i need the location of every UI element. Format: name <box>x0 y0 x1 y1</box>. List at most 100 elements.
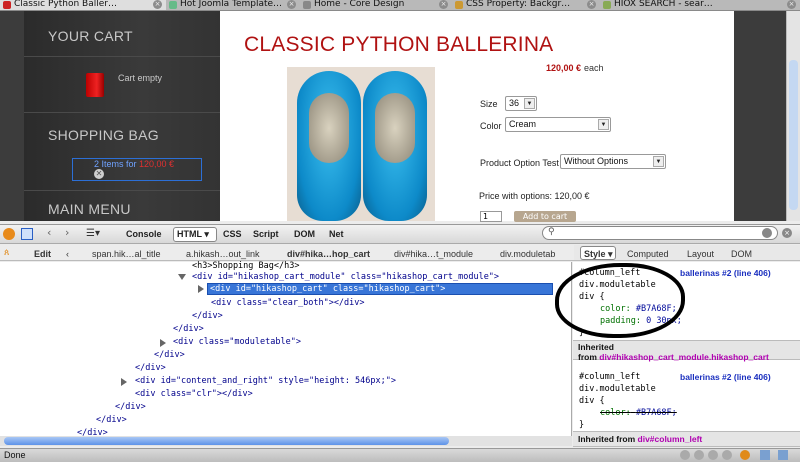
bag-summary-link[interactable]: 2 Items for 120,00 € <box>94 159 174 169</box>
breadcrumb-item-current[interactable]: div#hika…hop_cart <box>287 249 370 259</box>
tab-dom-side[interactable]: DOM <box>731 249 752 259</box>
tab-computed[interactable]: Computed <box>627 249 669 259</box>
inspect-icon[interactable] <box>21 228 33 240</box>
bag-total-price: 120,00 € <box>139 159 175 169</box>
search-icon: ⚲ <box>548 227 555 237</box>
page-scrollbar-thumb[interactable] <box>789 60 798 210</box>
horizontal-scrollbar-thumb[interactable] <box>4 437 449 445</box>
addon-icon[interactable] <box>778 450 788 460</box>
add-to-cart-button[interactable]: Add to cart <box>514 211 576 222</box>
html-node[interactable]: <h3>Shopping Bag</h3> <box>192 261 299 271</box>
close-tab-icon[interactable]: × <box>153 0 162 9</box>
css-source-link[interactable]: ballerinas #2 (line 406) <box>680 372 771 382</box>
divider <box>24 112 220 113</box>
addon-icon[interactable] <box>708 450 718 460</box>
css-selector[interactable]: div { <box>579 396 605 406</box>
tab-css[interactable]: CSS <box>223 229 242 239</box>
css-property-overridden[interactable]: color: #B7A68F; <box>600 408 677 418</box>
tab-net[interactable]: Net <box>329 229 344 239</box>
firebug-icon[interactable] <box>3 228 15 240</box>
your-cart-heading: YOUR CART <box>48 28 133 44</box>
html-node[interactable]: </div> <box>173 324 204 334</box>
html-node[interactable]: </div> <box>192 311 223 321</box>
html-node[interactable]: </div> <box>135 363 166 373</box>
color-label: Color <box>480 121 502 131</box>
html-node[interactable]: <div class="clr"></div> <box>135 389 253 399</box>
tab-css-property[interactable]: CSS Property: Backgr… × <box>452 0 600 10</box>
price-suffix: each <box>584 63 604 73</box>
menu-icon[interactable]: ☰▾ <box>86 228 100 239</box>
tab-console[interactable]: Console <box>126 229 162 239</box>
browser-window: { "tabs":[ {"label":"Classic Python Ball… <box>0 0 800 462</box>
html-node[interactable]: <div class="clear_both"></div> <box>211 298 365 308</box>
html-node[interactable]: </div> <box>96 415 127 425</box>
tab-core-design[interactable]: Home - Core Design × <box>300 0 452 10</box>
tab-script[interactable]: Script <box>253 229 279 239</box>
site-favicon-icon <box>455 1 463 9</box>
option-label: Product Option Test <box>480 158 559 168</box>
remove-icon[interactable]: ✕ <box>94 169 104 179</box>
close-tab-icon[interactable]: × <box>787 0 796 9</box>
addon-icon[interactable] <box>760 450 770 460</box>
detach-icon[interactable] <box>762 228 772 238</box>
close-tab-icon[interactable]: × <box>439 0 448 9</box>
product-price: 120,00 € <box>546 63 582 73</box>
breadcrumb-item[interactable]: span.hik…al_title <box>92 249 161 259</box>
bug-icon: ጰ <box>4 248 10 258</box>
tab-hot-joomla[interactable]: Hot Joomla Template… × <box>166 0 300 10</box>
addon-icon[interactable] <box>680 450 690 460</box>
breadcrumb-item[interactable]: a.hikash…out_link <box>186 249 260 259</box>
tab-strip: Classic Python Baller… × Hot Joomla Templ… <box>0 0 800 11</box>
product-image <box>287 67 435 221</box>
cart-bag-icon[interactable] <box>86 73 104 97</box>
addon-icon[interactable] <box>722 450 732 460</box>
firebug-status-icon[interactable] <box>740 450 750 460</box>
tab-layout[interactable]: Layout <box>687 249 714 259</box>
color-select[interactable]: Cream ▼ <box>505 117 611 132</box>
tab-dom[interactable]: DOM <box>294 229 315 239</box>
forward-arrow-icon[interactable]: › <box>65 226 69 239</box>
selected-html-node[interactable]: <div id="hikashop_cart" class="hikashop_… <box>207 283 553 295</box>
site-favicon-icon <box>3 1 11 9</box>
collapse-toggle-icon[interactable] <box>178 274 186 280</box>
back-arrow-icon[interactable]: ‹ <box>47 226 51 239</box>
close-tab-icon[interactable]: × <box>587 0 596 9</box>
tab-hiox-search[interactable]: HIOX SEARCH - sear… × <box>600 0 800 10</box>
breadcrumb-item[interactable]: div#hika…t_module <box>394 249 473 259</box>
close-icon[interactable]: × <box>782 228 792 238</box>
css-selector[interactable]: div.moduletable <box>579 384 656 394</box>
html-node[interactable]: <div id="hikashop_cart_module" class="hi… <box>192 272 499 282</box>
inherited-from[interactable]: Inherited from div#column_left <box>578 434 702 444</box>
inherited-from[interactable]: from div#hikashop_cart_module.hikashop_c… <box>578 352 769 362</box>
breadcrumb-item[interactable]: div.moduletab <box>500 249 555 259</box>
expand-toggle-icon[interactable] <box>160 339 166 347</box>
edit-button[interactable]: Edit <box>34 249 51 259</box>
right-shoe-shape <box>363 71 427 221</box>
close-tab-icon[interactable]: × <box>287 0 296 9</box>
expand-toggle-icon[interactable] <box>198 285 204 293</box>
addon-icon[interactable] <box>694 450 704 460</box>
css-source-link[interactable]: ballerinas #2 (line 406) <box>680 268 771 278</box>
site-favicon-icon <box>603 1 611 9</box>
main-menu-heading: MAIN MENU <box>48 201 131 217</box>
quantity-input[interactable]: 1 <box>480 211 502 222</box>
site-favicon-icon <box>169 1 177 9</box>
tab-html[interactable]: HTML ▾ <box>177 229 209 240</box>
expand-toggle-icon[interactable] <box>121 378 127 386</box>
price-with-options: Price with options: 120,00 € <box>479 191 590 201</box>
search-input[interactable] <box>542 226 778 240</box>
size-select[interactable]: 36 ▼ <box>505 96 537 111</box>
html-node[interactable]: <div id="content_and_right" style="heigh… <box>135 376 396 386</box>
breadcrumb-left-arrow-icon[interactable]: ‹ <box>66 249 69 259</box>
html-node[interactable]: </div> <box>154 350 185 360</box>
divider <box>24 190 220 191</box>
html-node[interactable]: <div class="moduletable"> <box>173 337 301 347</box>
css-selector[interactable]: #column_left <box>579 372 640 382</box>
html-node[interactable]: </div> <box>115 402 146 412</box>
divider <box>24 56 220 57</box>
option-select[interactable]: Without Options ▼ <box>560 154 666 169</box>
inherited-label: Inherited <box>578 342 614 352</box>
annotation-circle <box>555 263 685 338</box>
tab-classic-python-ballerina[interactable]: Classic Python Baller… × <box>0 0 166 10</box>
tab-style[interactable]: Style ▾ <box>584 249 613 260</box>
